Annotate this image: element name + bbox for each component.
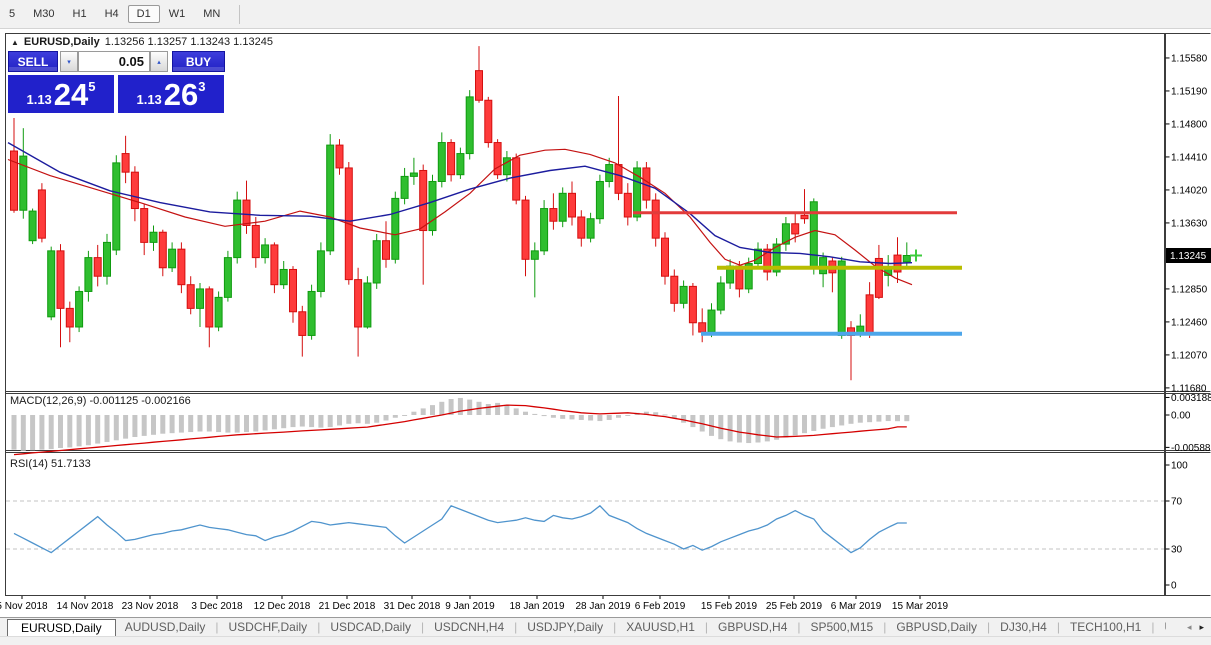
chart-ohlc-quotes: 1.13256 1.13257 1.13243 1.13245 [105, 36, 273, 48]
svg-text:0.003188: 0.003188 [1171, 393, 1211, 404]
tab-separator: | [215, 620, 218, 634]
svg-text:-0.005889: -0.005889 [1171, 443, 1211, 454]
volume-input[interactable]: 0.05 [78, 51, 150, 72]
buy-price-button[interactable]: 1.13 26 3 [118, 75, 224, 113]
tab-usdjpy-daily[interactable]: USDJPY,Daily [518, 620, 612, 634]
chart-tabs-bar: EURUSD,DailyAUDUSD,Daily|USDCHF,Daily|US… [0, 617, 1211, 636]
timeframe-bar: 5M30H1H4D1W1MN [0, 0, 1211, 29]
svg-text:1.13245: 1.13245 [1170, 251, 1207, 262]
tab-gbpusd-h4[interactable]: GBPUSD,H4 [709, 620, 796, 634]
svg-text:1.12460: 1.12460 [1171, 317, 1208, 328]
buy-price-big: 26 [164, 80, 198, 110]
svg-text:31 Dec 2018: 31 Dec 2018 [384, 601, 441, 612]
svg-text:1.12850: 1.12850 [1171, 284, 1208, 295]
buy-price-sup: 3 [198, 79, 205, 94]
svg-text:1.13630: 1.13630 [1171, 218, 1208, 229]
tab-usdcad-daily[interactable]: USDCAD,Daily [321, 620, 420, 634]
tab-separator: | [514, 620, 517, 634]
tab-usdchf-daily[interactable]: USDCHF,Daily [220, 620, 317, 634]
svg-text:1.15190: 1.15190 [1171, 86, 1208, 97]
chevron-down-icon: ▾ [67, 58, 71, 66]
svg-text:14 Nov 2018: 14 Nov 2018 [57, 601, 114, 612]
tab-separator: | [987, 620, 990, 634]
tab-separator: | [1057, 620, 1060, 634]
chevron-up-icon: ▴ [157, 58, 161, 66]
sell-price-big: 24 [54, 80, 88, 110]
timeframe-button-w1[interactable]: W1 [160, 5, 195, 23]
volume-decrease-button[interactable]: ▾ [60, 51, 78, 72]
svg-text:1.14800: 1.14800 [1171, 119, 1208, 130]
date-axis: 5 Nov 2018 14 Nov 2018 23 Nov 2018 3 Dec 20… [0, 596, 949, 612]
price-axis: 1.15580 1.15190 1.14800 1.14410 1.14020 1.136… [1166, 53, 1211, 394]
tab-separator: | [705, 620, 708, 634]
collapse-panel-icon[interactable]: ▲ [11, 38, 19, 47]
tab-audusd-daily[interactable]: AUDUSD,Daily [116, 620, 215, 634]
toolbar-divider [239, 5, 240, 24]
svg-text:MACD(12,26,9) -0.001125 -0.002: MACD(12,26,9) -0.001125 -0.002166 [10, 395, 191, 407]
svg-text:28 Jan 2019: 28 Jan 2019 [575, 601, 630, 612]
timeframe-button-h4[interactable]: H4 [96, 5, 128, 23]
timeframe-button-5[interactable]: 5 [0, 5, 24, 23]
svg-text:18 Jan 2019: 18 Jan 2019 [509, 601, 564, 612]
chart-tabs-scroll: ◂ ▸ [1166, 618, 1211, 636]
svg-text:25 Feb 2019: 25 Feb 2019 [766, 601, 823, 612]
tab-usdcnh-h4[interactable]: USDCNH,H4 [425, 620, 513, 634]
svg-text:5 Nov 2018: 5 Nov 2018 [0, 601, 48, 612]
timeframe-button-m30[interactable]: M30 [24, 5, 63, 23]
chart-title[interactable]: ▲ EURUSD,Daily 1.13256 1.13257 1.13243 1… [11, 36, 273, 48]
tab-sp500-m15[interactable]: SP500,M15 [802, 620, 883, 634]
svg-text:9 Jan 2019: 9 Jan 2019 [445, 601, 495, 612]
one-click-trading-panel: SELL ▾ 0.05 ▴ BUY 1.13 24 5 1.13 26 3 [6, 50, 228, 114]
tab-separator: | [421, 620, 424, 634]
svg-text:0: 0 [1171, 581, 1177, 592]
svg-text:30: 30 [1171, 545, 1183, 556]
svg-text:1.15580: 1.15580 [1171, 53, 1208, 64]
svg-text:100: 100 [1171, 461, 1188, 472]
tab-separator: | [797, 620, 800, 634]
svg-text:12 Dec 2018: 12 Dec 2018 [254, 601, 311, 612]
svg-text:RSI(14) 51.7133: RSI(14) 51.7133 [10, 458, 91, 470]
svg-text:1.14410: 1.14410 [1171, 152, 1208, 163]
sell-price-small: 1.13 [26, 92, 51, 107]
sell-button[interactable]: SELL [8, 51, 58, 72]
timeframe-button-d1[interactable]: D1 [128, 5, 160, 23]
sell-price-button[interactable]: 1.13 24 5 [8, 75, 114, 113]
tabs-scroll-left-icon[interactable]: ◂ [1187, 622, 1192, 633]
tab-separator: | [1151, 620, 1154, 634]
svg-text:6 Feb 2019: 6 Feb 2019 [635, 601, 686, 612]
svg-text:70: 70 [1171, 497, 1183, 508]
tab-xauusd-h1[interactable]: XAUUSD,H1 [617, 620, 704, 634]
svg-text:6 Mar 2019: 6 Mar 2019 [831, 601, 882, 612]
timeframe-button-h1[interactable]: H1 [64, 5, 96, 23]
sell-price-sup: 5 [88, 79, 95, 94]
tab-eurusd-daily[interactable]: EURUSD,Daily [7, 619, 116, 637]
svg-text:3 Dec 2018: 3 Dec 2018 [191, 601, 243, 612]
chart-symbol-label: EURUSD,Daily [24, 36, 100, 48]
tab-gbpusd-daily[interactable]: GBPUSD,Daily [887, 620, 986, 634]
tabs-scroll-right-icon[interactable]: ▸ [1199, 622, 1204, 633]
svg-text:0.00: 0.00 [1171, 411, 1191, 422]
buy-price-small: 1.13 [136, 92, 161, 107]
tab-separator: | [317, 620, 320, 634]
timeframe-button-mn[interactable]: MN [194, 5, 229, 23]
svg-text:21 Dec 2018: 21 Dec 2018 [319, 601, 376, 612]
tab-separator: | [883, 620, 886, 634]
svg-text:15 Feb 2019: 15 Feb 2019 [701, 601, 758, 612]
svg-text:23 Nov 2018: 23 Nov 2018 [122, 601, 179, 612]
buy-button[interactable]: BUY [172, 51, 225, 72]
tab-separator: | [613, 620, 616, 634]
svg-text:1.14020: 1.14020 [1171, 185, 1208, 196]
svg-text:15 Mar 2019: 15 Mar 2019 [892, 601, 949, 612]
volume-increase-button[interactable]: ▴ [150, 51, 168, 72]
tab-dj30-h4[interactable]: DJ30,H4 [991, 620, 1056, 634]
tab-tech100-h1[interactable]: TECH100,H1 [1061, 620, 1150, 634]
svg-text:1.12070: 1.12070 [1171, 350, 1208, 361]
